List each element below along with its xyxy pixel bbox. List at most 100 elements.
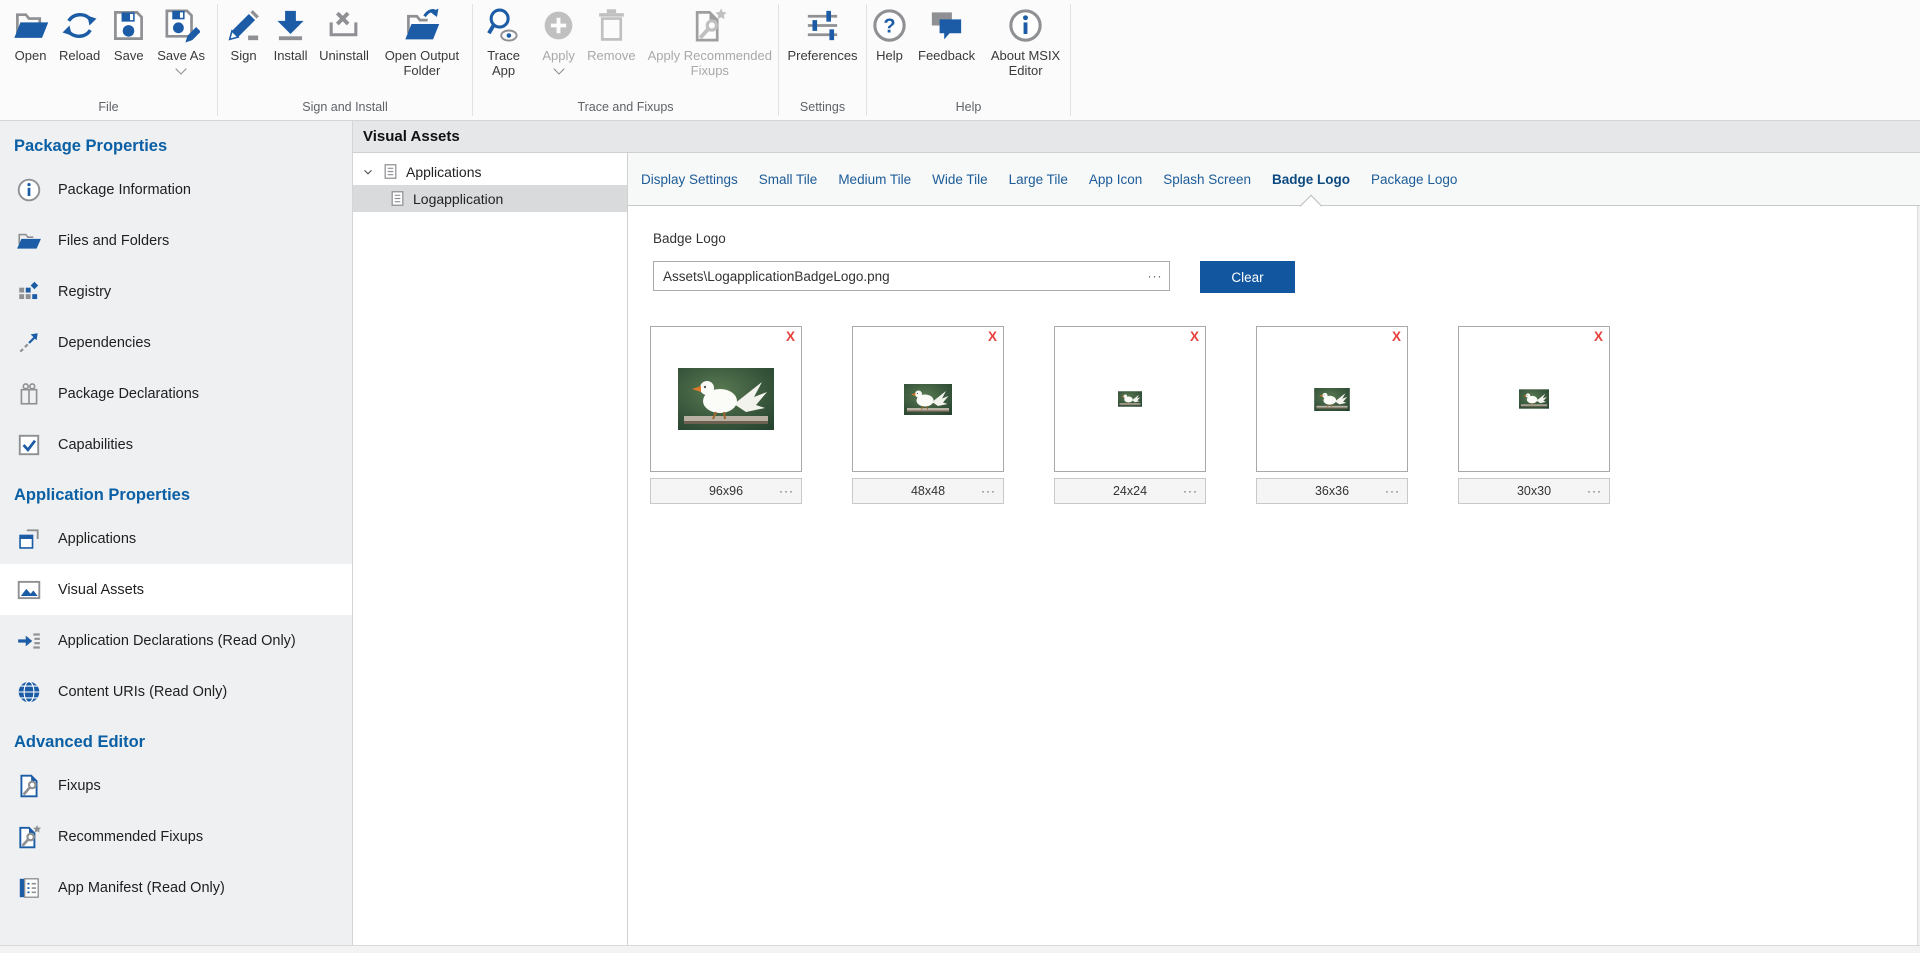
toolbar-button-label: Open Output Folder (379, 48, 465, 78)
asset-options-icon[interactable]: ··· (779, 484, 794, 498)
asset-card-30x30: X 30x30··· (1458, 326, 1610, 504)
page-title-bar: Visual Assets (353, 121, 1920, 153)
tab-large-tile[interactable]: Large Tile (1009, 172, 1068, 187)
remove-asset-icon[interactable]: X (786, 329, 795, 344)
asset-options-icon[interactable]: ··· (1587, 484, 1602, 498)
tab-small-tile[interactable]: Small Tile (759, 172, 818, 187)
chevron-down-icon[interactable] (361, 165, 375, 179)
asset-options-icon[interactable]: ··· (1183, 484, 1198, 498)
remove-asset-icon[interactable]: X (1190, 329, 1199, 344)
remove-asset-icon[interactable]: X (988, 329, 997, 344)
toolbar-button-reload[interactable]: Reload (55, 5, 104, 65)
toolbar-group-separator (1070, 4, 1071, 116)
open-output-folder-icon (403, 7, 440, 44)
toolbar-button-help[interactable]: ?Help (867, 5, 912, 65)
sidebar-item-label: Package Information (58, 182, 191, 198)
sidebar-item-app-manifest-read-only[interactable]: App Manifest (Read Only) (0, 862, 352, 913)
sign-pencil-icon (225, 7, 262, 44)
toolbar-button-open[interactable]: Open (8, 5, 53, 65)
asset-size-box[interactable]: 30x30··· (1458, 478, 1610, 504)
tab-splash-screen[interactable]: Splash Screen (1163, 172, 1251, 187)
app-manifest-icon (16, 875, 42, 901)
sidebar-item-fixups[interactable]: Fixups (0, 760, 352, 811)
sidebar-item-application-declarations-read-only[interactable]: Application Declarations (Read Only) (0, 615, 352, 666)
toolbar-button-apply[interactable]: Apply (536, 5, 581, 75)
chevron-down-icon[interactable] (553, 63, 564, 74)
about-icon (1007, 7, 1044, 44)
sidebar-item-dependencies[interactable]: Dependencies (0, 317, 352, 368)
recommended-fixups-icon (691, 7, 728, 44)
clear-button[interactable]: Clear (1200, 261, 1295, 293)
asset-size-label: 24x24 (1113, 484, 1147, 498)
tab-badge-logo[interactable]: Badge Logo (1272, 172, 1350, 187)
toolbar-button-feedback[interactable]: Feedback (914, 5, 979, 65)
toolbar-button-label: Apply Recommended Fixups (646, 48, 774, 78)
sidebar-navigation: Package PropertiesPackage InformationFil… (0, 121, 353, 945)
sidebar-item-label: Visual Assets (58, 582, 144, 598)
sidebar-section-heading: Application Properties (0, 486, 352, 513)
document-icon (389, 190, 406, 207)
sidebar-item-recommended-fixups[interactable]: Recommended Fixups (0, 811, 352, 862)
sidebar-item-files-and-folders[interactable]: Files and Folders (0, 215, 352, 266)
install-icon (272, 7, 309, 44)
toolbar-group-settings: PreferencesSettings (779, 0, 866, 120)
sidebar-section-application-properties: Application Properties Applications Visual… (0, 470, 352, 717)
tab-app-icon[interactable]: App Icon (1089, 172, 1142, 187)
remove-asset-icon[interactable]: X (1594, 329, 1603, 344)
sidebar-item-label: Files and Folders (58, 233, 169, 249)
toolbar-button-save[interactable]: Save (106, 5, 151, 65)
tree-node-logapplication[interactable]: Logapplication (353, 185, 627, 212)
asset-options-icon[interactable]: ··· (1385, 484, 1400, 498)
toolbar-button-open-output-folder[interactable]: Open Output Folder (375, 5, 469, 80)
asset-tab-bar: Display Settings Small Tile Medium Tile Wid… (628, 153, 1920, 206)
sidebar-item-package-information[interactable]: Package Information (0, 164, 352, 215)
sidebar-item-applications[interactable]: Applications (0, 513, 352, 564)
sidebar-item-capabilities[interactable]: Capabilities (0, 419, 352, 470)
toolbar-button-trace-app[interactable]: Trace App (473, 5, 534, 80)
toolbar-button-install[interactable]: Install (268, 5, 313, 65)
asset-size-box[interactable]: 48x48··· (852, 478, 1004, 504)
toolbar-group-buttons: Preferences (779, 0, 866, 97)
remove-asset-icon[interactable]: X (1392, 329, 1401, 344)
fixups-icon (16, 773, 42, 799)
tab-medium-tile[interactable]: Medium Tile (838, 172, 911, 187)
tree-node-applications[interactable]: Applications (353, 158, 627, 185)
asset-options-icon[interactable]: ··· (981, 484, 996, 498)
tab-wide-tile[interactable]: Wide Tile (932, 172, 988, 187)
toolbar-button-preferences[interactable]: Preferences (783, 5, 861, 65)
tab-display-settings[interactable]: Display Settings (641, 172, 738, 187)
dove-image (904, 384, 952, 415)
sidebar-item-package-declarations[interactable]: Package Declarations (0, 368, 352, 419)
asset-size-box[interactable]: 36x36 ··· (1256, 478, 1408, 504)
tab-package-logo[interactable]: Package Logo (1371, 172, 1457, 187)
asset-size-label: 36x36 (1315, 484, 1349, 498)
sidebar-section-heading: Advanced Editor (0, 733, 352, 760)
toolbar-button-apply-recommended-fixups[interactable]: Apply Recommended Fixups (642, 5, 778, 80)
remove-icon (593, 7, 630, 44)
capabilities-icon (16, 432, 42, 458)
toolbar-button-label: About MSIX Editor (985, 48, 1066, 78)
sidebar-item-label: Application Declarations (Read Only) (58, 633, 296, 649)
chevron-down-icon[interactable] (175, 63, 186, 74)
sidebar-item-label: Applications (58, 531, 136, 547)
toolbar-button-about-msix-editor[interactable]: About MSIX Editor (981, 5, 1070, 80)
sidebar-item-content-uris-read-only[interactable]: Content URIs (Read Only) (0, 666, 352, 717)
toolbar-group-buttons: Open ReloadSave Save As (0, 0, 217, 97)
asset-size-box[interactable]: 96x96··· (650, 478, 802, 504)
toolbar-button-remove[interactable]: Remove (583, 5, 639, 65)
badge-logo-path-input[interactable] (653, 261, 1170, 291)
sidebar-item-label: Content URIs (Read Only) (58, 684, 227, 700)
info-circle-icon (16, 177, 42, 203)
asset-size-box[interactable]: 24x24 ··· (1054, 478, 1206, 504)
sidebar-item-visual-assets[interactable]: Visual Assets (0, 564, 352, 615)
toolbar-button-label: Preferences (787, 48, 857, 63)
toolbar-button-label: Save As (157, 48, 205, 63)
toolbar-button-save-as[interactable]: Save As (153, 5, 209, 75)
toolbar-button-sign[interactable]: Sign (221, 5, 266, 65)
browse-ellipsis-button[interactable]: ··· (1141, 262, 1169, 290)
toolbar-button-uninstall[interactable]: Uninstall (315, 5, 373, 65)
sidebar-section-advanced-editor: Advanced EditorFixupsRecommended FixupsA… (0, 717, 352, 913)
save-as-icon (163, 7, 200, 44)
sidebar-item-registry[interactable]: Registry (0, 266, 352, 317)
toolbar-button-label: Open (15, 48, 47, 63)
